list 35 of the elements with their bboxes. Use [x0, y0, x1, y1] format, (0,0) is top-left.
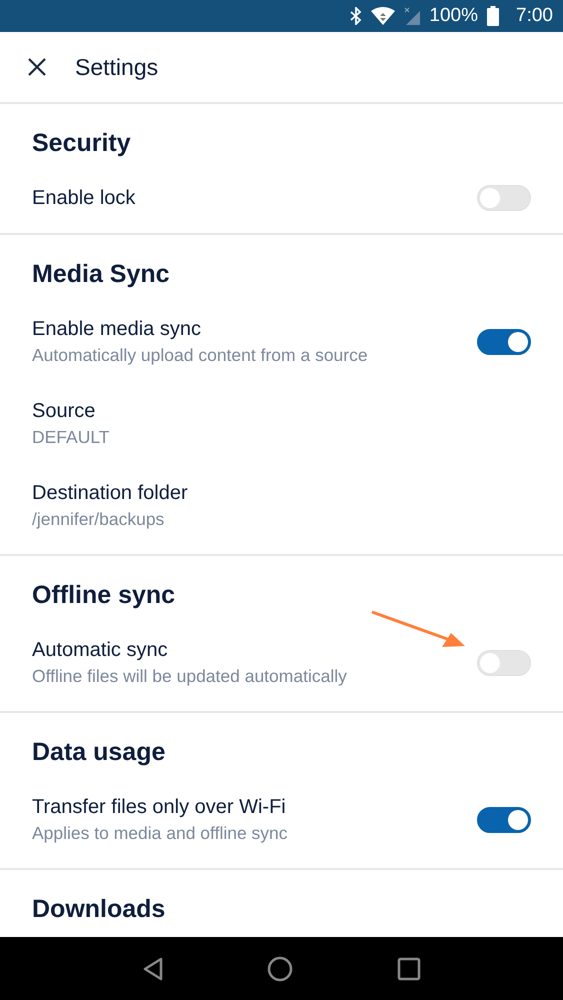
- row-title: Enable media sync: [32, 317, 202, 342]
- row-subtitle: Offline files will be updated automatically: [32, 665, 348, 688]
- toggle-switch[interactable]: [477, 807, 531, 833]
- section-heading: Offline sync: [32, 580, 176, 610]
- row-title: Destination folder: [32, 481, 189, 506]
- section-heading: Security: [32, 128, 132, 158]
- settings-row[interactable]: Transfer files only over Wi-Fi Applies to media and offline sync: [32, 779, 531, 861]
- row-title: Enable lock: [32, 186, 136, 211]
- back-icon[interactable]: [142, 956, 164, 980]
- home-icon[interactable]: [267, 956, 294, 982]
- battery-icon: [487, 6, 500, 26]
- settings-row[interactable]: Enable lock: [32, 170, 531, 226]
- row-subtitle: Applies to media and offline sync: [32, 822, 289, 845]
- battery-percentage: 100%: [429, 5, 478, 27]
- row-subtitle: Automatically upload content from a source: [32, 344, 369, 367]
- settings-row[interactable]: Enable media sync Automatically upload content from a source: [32, 301, 531, 383]
- row-subtitle: DEFAULT: [32, 426, 110, 449]
- settings-row[interactable]: Automatic sync Offline files will be updated automatically: [32, 622, 531, 704]
- close-icon[interactable]: [27, 57, 47, 77]
- clock: 7:00: [516, 5, 553, 27]
- recents-icon[interactable]: [397, 956, 422, 980]
- settings-row[interactable]: Destination folder /jennifer/backups: [32, 465, 531, 547]
- row-title: Source: [32, 399, 96, 424]
- wifi-icon: [371, 7, 396, 25]
- row-title: Transfer files only over Wi-Fi: [32, 795, 287, 820]
- bluetooth-icon: [350, 7, 362, 25]
- section-heading: Data usage: [32, 737, 166, 767]
- section-heading: Downloads: [32, 894, 166, 924]
- row-title: Automatic sync: [32, 638, 169, 663]
- signal-icon: [404, 7, 420, 25]
- settings-row[interactable]: Source DEFAULT: [32, 383, 531, 465]
- page-title: Settings: [75, 54, 158, 80]
- toggle-switch[interactable]: [477, 329, 531, 355]
- row-subtitle: /jennifer/backups: [32, 508, 166, 531]
- section-heading: Media Sync: [32, 259, 171, 289]
